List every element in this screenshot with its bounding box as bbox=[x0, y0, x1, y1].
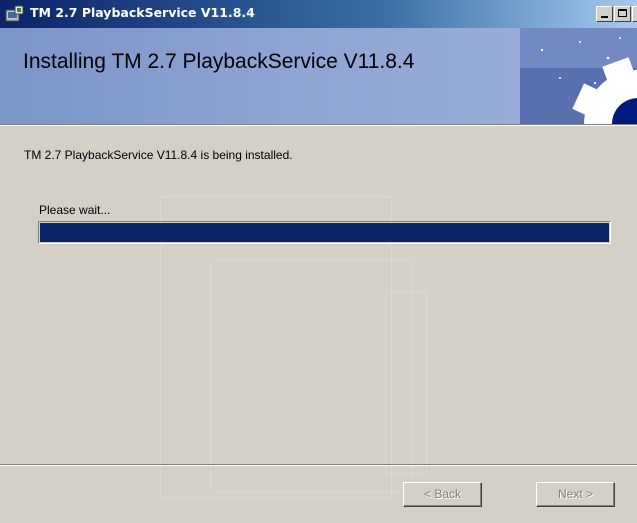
banner-title: Installing TM 2.7 PlaybackService V11.8.… bbox=[23, 50, 415, 73]
minimize-button[interactable] bbox=[596, 6, 613, 22]
close-button[interactable] bbox=[632, 6, 637, 22]
banner-divider-highlight bbox=[0, 125, 637, 126]
please-wait-label: Please wait... bbox=[39, 203, 111, 217]
gear-icon bbox=[520, 28, 637, 124]
header-banner: Installing TM 2.7 PlaybackService V11.8.… bbox=[0, 28, 637, 124]
progress-bar bbox=[38, 221, 611, 244]
window-title: TM 2.7 PlaybackService V11.8.4 bbox=[30, 5, 255, 20]
maximize-icon bbox=[618, 9, 627, 17]
next-button[interactable]: Next > bbox=[536, 482, 615, 507]
progress-bar-fill bbox=[40, 223, 609, 242]
footer-divider-highlight bbox=[0, 465, 637, 466]
background-frame bbox=[210, 260, 412, 492]
back-button[interactable]: < Back bbox=[403, 482, 482, 507]
installer-window: TM 2.7 PlaybackService V11.8.4 Installin… bbox=[0, 0, 637, 523]
install-status-text: TM 2.7 PlaybackService V11.8.4 is being … bbox=[24, 148, 293, 162]
title-bar[interactable]: TM 2.7 PlaybackService V11.8.4 bbox=[0, 0, 637, 28]
installer-icon bbox=[5, 5, 25, 23]
maximize-button[interactable] bbox=[614, 6, 631, 22]
background-frame bbox=[385, 292, 427, 474]
minimize-icon bbox=[601, 16, 608, 18]
